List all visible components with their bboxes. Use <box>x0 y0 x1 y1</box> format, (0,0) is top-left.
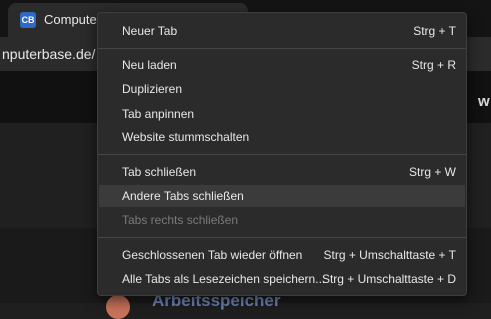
menu-item-mute-site[interactable]: Website stummschalten <box>99 126 465 148</box>
menu-item-pin-tab[interactable]: Tab anpinnen <box>99 103 465 125</box>
menu-item-label: Tabs rechts schließen <box>122 213 239 227</box>
menu-item-shortcut: Strg + Umschalttaste + T <box>323 248 457 262</box>
menu-item-label: Neu laden <box>122 58 177 72</box>
menu-item-close-other-tabs[interactable]: Andere Tabs schließen <box>99 185 465 207</box>
menu-item-reopen-closed-tab[interactable]: Geschlossenen Tab wieder öffnen Strg + U… <box>99 244 465 266</box>
menu-item-label: Alle Tabs als Lesezeichen speichern... <box>122 272 326 286</box>
menu-item-label: Neuer Tab <box>122 24 178 38</box>
menu-item-shortcut: Strg + R <box>411 58 456 72</box>
menu-item-duplicate[interactable]: Duplizieren <box>99 78 465 100</box>
menu-item-shortcut: Strg + T <box>413 24 456 38</box>
menu-item-close-tabs-right: Tabs rechts schließen <box>99 209 465 231</box>
menu-item-label: Website stummschalten <box>122 130 250 144</box>
avatar <box>106 295 130 319</box>
menu-item-label: Tab anpinnen <box>122 107 195 121</box>
favicon-icon: CB <box>20 12 36 28</box>
menu-item-label: Geschlossenen Tab wieder öffnen <box>122 248 303 262</box>
url-text: nputerbase.de/ <box>2 46 96 62</box>
tab-context-menu: Neuer Tab Strg + T Neu laden Strg + R Du… <box>97 12 467 296</box>
menu-item-new-tab[interactable]: Neuer Tab Strg + T <box>99 20 465 42</box>
menu-item-reload[interactable]: Neu laden Strg + R <box>99 54 465 76</box>
menu-item-shortcut: Strg + Umschalttaste + D <box>321 272 456 286</box>
page-heading: w <box>478 93 490 110</box>
menu-item-bookmark-all-tabs[interactable]: Alle Tabs als Lesezeichen speichern... S… <box>99 268 465 290</box>
menu-item-label: Andere Tabs schließen <box>122 189 244 203</box>
menu-separator <box>98 154 466 155</box>
menu-item-label: Duplizieren <box>122 82 183 96</box>
menu-separator <box>98 237 466 238</box>
tab-title: Computer <box>44 12 102 27</box>
menu-item-label: Tab schließen <box>122 165 197 179</box>
menu-item-close-tab[interactable]: Tab schließen Strg + W <box>99 161 465 183</box>
menu-separator <box>98 48 466 49</box>
menu-item-shortcut: Strg + W <box>408 165 456 179</box>
